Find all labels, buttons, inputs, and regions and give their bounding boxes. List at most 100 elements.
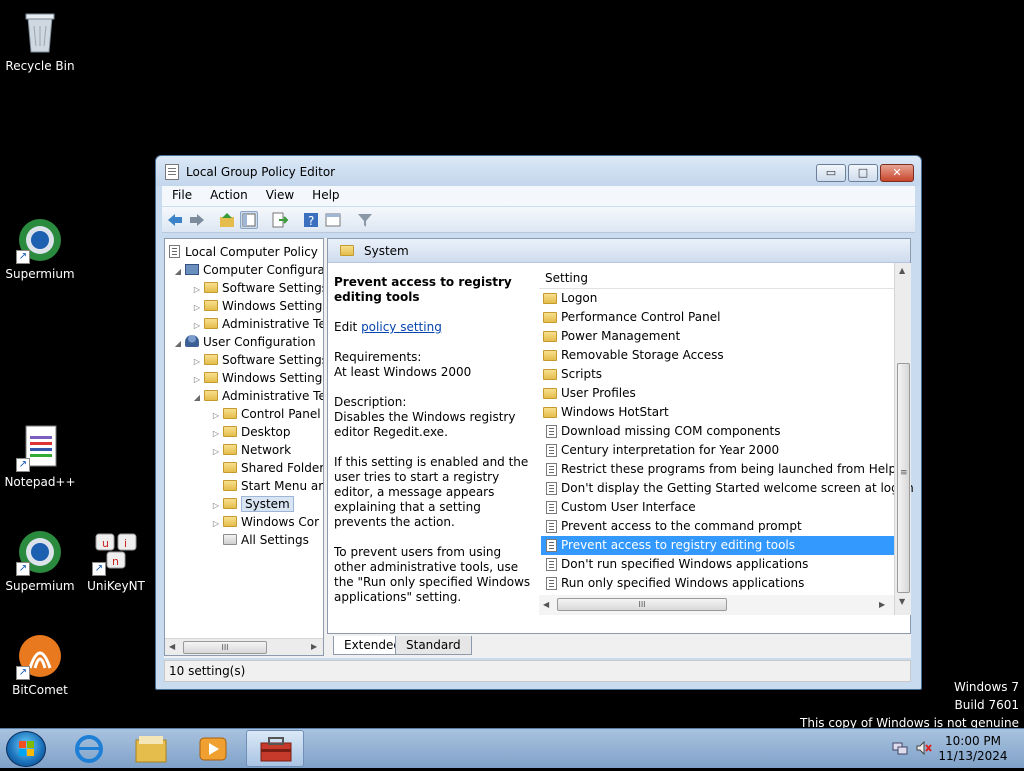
up-level-button[interactable] xyxy=(218,211,236,229)
column-header-setting[interactable]: Setting xyxy=(539,267,894,289)
desktop-icon-recycle-bin[interactable]: Recycle Bin xyxy=(0,8,80,73)
computer-icon xyxy=(185,264,199,275)
edit-policy-line: Edit policy setting xyxy=(334,320,534,335)
taskbar-media-player[interactable] xyxy=(184,730,242,767)
list-vertical-thumb[interactable]: ≡ xyxy=(897,363,910,593)
properties-button[interactable] xyxy=(324,211,342,229)
tree-item-system[interactable]: ▷ System xyxy=(211,495,294,513)
desktop-icon-bitcomet[interactable]: ↗ BitComet xyxy=(0,632,80,697)
desktop-icon-supermium-2[interactable]: ↗ Supermium xyxy=(0,528,80,593)
settings-row[interactable]: Download missing COM components xyxy=(541,422,894,441)
taskbar-file-explorer[interactable] xyxy=(122,730,180,767)
tree-item-local-computer-policy[interactable]: Local Computer Policy xyxy=(169,243,318,261)
taskbar-group-policy-editor[interactable] xyxy=(246,730,304,767)
close-button[interactable]: ✕ xyxy=(880,164,914,182)
back-button[interactable] xyxy=(166,211,184,229)
tree-item-user-configuration[interactable]: ◢ User Configuration xyxy=(173,333,316,351)
scroll-left-icon[interactable]: ◀ xyxy=(543,600,549,609)
tree-item-desktop[interactable]: ▷ Desktop xyxy=(211,423,291,441)
settings-row[interactable]: Prevent access to the command prompt xyxy=(541,517,894,536)
tree-item-user-administrative-templates[interactable]: ◢ Administrative Te xyxy=(192,387,323,407)
policy-setting-icon xyxy=(546,558,557,571)
policy-setting-icon xyxy=(546,539,557,552)
settings-row[interactable]: Prevent access to registry editing tools xyxy=(541,536,894,555)
tree-item-shared-folders[interactable]: Shared Folder xyxy=(211,459,323,477)
forward-arrow-icon xyxy=(190,214,204,226)
policy-setting-icon xyxy=(546,501,557,514)
desktop-icon-supermium[interactable]: ↗ Supermium xyxy=(0,216,80,281)
windows-logo-icon xyxy=(19,741,34,756)
edit-policy-link[interactable]: policy setting xyxy=(361,320,442,334)
menu-view[interactable]: View xyxy=(256,186,302,206)
show-hide-tree-button[interactable] xyxy=(240,211,258,229)
list-horizontal-scrollbar[interactable]: ◀ III ▶ xyxy=(539,595,894,615)
menu-action[interactable]: Action xyxy=(200,186,256,206)
settings-row[interactable]: Restrict these programs from being launc… xyxy=(541,460,896,479)
desktop-icon-notepadpp[interactable]: ↗ Notepad++ xyxy=(0,424,80,489)
tree-item-software-settings[interactable]: ▷ Software Settings xyxy=(192,279,323,297)
settings-row[interactable]: User Profiles xyxy=(541,384,894,403)
collapse-arrow-icon[interactable]: ◢ xyxy=(192,389,202,407)
forward-button[interactable] xyxy=(188,211,206,229)
scroll-right-icon[interactable]: ▶ xyxy=(879,600,885,609)
help-button[interactable]: ? xyxy=(302,211,320,229)
shortcut-arrow-icon: ↗ xyxy=(16,666,30,680)
export-list-button[interactable] xyxy=(270,211,289,229)
maximize-button[interactable]: □ xyxy=(848,164,878,182)
settings-row[interactable]: Don't run specified Windows applications xyxy=(541,555,894,574)
settings-row-label: Logon xyxy=(561,291,598,305)
scroll-left-icon[interactable]: ◀ xyxy=(169,642,175,651)
policy-doc-icon xyxy=(169,245,180,258)
scroll-down-icon[interactable]: ▼ xyxy=(899,597,905,606)
start-button[interactable] xyxy=(6,731,46,767)
tree-item-administrative-templates[interactable]: ▷ Administrative Te xyxy=(192,315,323,333)
tree-item-all-settings[interactable]: All Settings xyxy=(211,531,309,549)
settings-row[interactable]: Windows HotStart xyxy=(541,403,894,422)
title-bar[interactable]: Local Group Policy Editor ▭ □ ✕ xyxy=(156,156,921,186)
collapse-arrow-icon[interactable]: ◢ xyxy=(173,335,183,353)
tree-scroll-thumb[interactable]: III xyxy=(183,641,267,654)
tree-item-network[interactable]: ▷ Network xyxy=(211,441,291,459)
settings-row[interactable]: Performance Control Panel xyxy=(541,308,894,327)
volume-muted-tray-icon[interactable] xyxy=(916,740,932,756)
scroll-up-icon[interactable]: ▲ xyxy=(899,266,905,275)
settings-row[interactable]: Custom User Interface xyxy=(541,498,894,517)
minimize-button[interactable]: ▭ xyxy=(816,164,846,182)
shortcut-arrow-icon: ↗ xyxy=(16,562,30,576)
tree-horizontal-scrollbar[interactable]: ◀ III ▶ xyxy=(165,638,323,655)
filter-button[interactable] xyxy=(356,211,374,229)
system-clock[interactable]: 10:00 PM 11/13/2024 xyxy=(938,734,1008,764)
settings-row[interactable]: Power Management xyxy=(541,327,894,346)
list-scroll-thumb[interactable]: III xyxy=(557,598,727,611)
scroll-right-icon[interactable]: ▶ xyxy=(311,642,317,651)
desktop-icon-unikey[interactable]: u in ↗ UniKeyNT xyxy=(76,528,156,593)
tab-standard[interactable]: Standard xyxy=(395,636,472,655)
unikey-icon: u in ↗ xyxy=(92,528,140,576)
tree-item-user-windows-settings[interactable]: ▷ Windows Setting xyxy=(192,369,322,387)
settings-row-label: Custom User Interface xyxy=(561,500,696,514)
network-tray-icon[interactable] xyxy=(892,741,908,755)
folder-icon xyxy=(204,354,218,365)
tree-item-windows-settings[interactable]: ▷ Windows Setting xyxy=(192,297,322,315)
list-vertical-scrollbar[interactable]: ▲ ≡ ▼ xyxy=(894,263,911,615)
menu-help[interactable]: Help xyxy=(302,186,347,206)
settings-row-label: Performance Control Panel xyxy=(561,310,721,324)
settings-row[interactable]: Run only specified Windows applications xyxy=(541,574,894,593)
description-block: Description: Disables the Windows registr… xyxy=(334,395,534,440)
menu-file[interactable]: File xyxy=(162,186,200,206)
settings-row[interactable]: Don't display the Getting Started welcom… xyxy=(541,479,914,498)
tree-item-start-menu[interactable]: Start Menu ar xyxy=(211,477,323,495)
tree-item-computer-configuration[interactable]: ◢ Computer Configura xyxy=(173,261,323,281)
tree-item-control-panel[interactable]: ▷ Control Panel xyxy=(211,405,321,423)
tree-item-user-software-settings[interactable]: ▷ Software Settings xyxy=(192,351,323,369)
settings-row[interactable]: Logon xyxy=(541,289,894,308)
settings-row-label: Scripts xyxy=(561,367,603,381)
tree-item-label: Desktop xyxy=(241,425,291,439)
tree-item-label: Local Computer Policy xyxy=(185,245,318,259)
tree-item-windows-components[interactable]: ▷ Windows Cor xyxy=(211,513,319,531)
collapse-arrow-icon[interactable]: ◢ xyxy=(173,263,183,281)
settings-row[interactable]: Removable Storage Access xyxy=(541,346,894,365)
taskbar-internet-explorer[interactable] xyxy=(60,730,118,767)
settings-row[interactable]: Scripts xyxy=(541,365,894,384)
settings-row[interactable]: Century interpretation for Year 2000 xyxy=(541,441,894,460)
